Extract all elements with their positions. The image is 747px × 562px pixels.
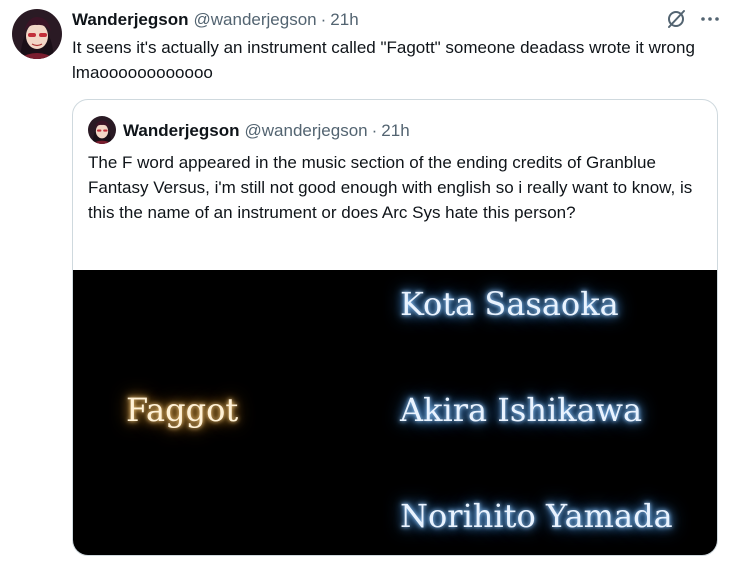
credits-image[interactable]: Faggot Kota Sasaoka Akira Ishikawa Norih… — [73, 270, 717, 555]
separator: · — [320, 10, 327, 29]
quoted-author-name[interactable]: Wanderjegson — [123, 121, 240, 141]
avatar[interactable] — [12, 9, 62, 59]
quoted-text: The F word appeared in the music section… — [88, 153, 693, 222]
more-icon[interactable] — [699, 8, 721, 30]
quoted-avatar-image — [88, 116, 116, 144]
quoted-author-handle[interactable]: @wanderjegson — [245, 121, 368, 141]
timestamp[interactable]: 21h — [330, 10, 358, 30]
author-handle[interactable]: @wanderjegson — [194, 10, 317, 30]
credit-left: Faggot — [126, 391, 239, 429]
quoted-timestamp[interactable]: 21h — [381, 121, 409, 141]
author-name[interactable]: Wanderjegson — [72, 10, 189, 30]
credit-right-3: Norihito Yamada — [400, 497, 673, 535]
credit-right-1: Kota Sasaoka — [400, 285, 619, 323]
quoted-tweet[interactable]: Wanderjegson @wanderjegson · 21h The F w… — [72, 99, 718, 556]
tweet-actions — [665, 8, 721, 30]
avatar-image — [12, 9, 62, 59]
tweet-header: Wanderjegson @wanderjegson · 21h — [72, 9, 359, 31]
tweet[interactable]: Wanderjegson @wanderjegson · 21h It seen… — [0, 0, 747, 562]
grok-icon[interactable] — [665, 8, 687, 30]
tweet-text: It seens it's actually an instrument cal… — [72, 38, 695, 82]
quoted-header: Wanderjegson @wanderjegson · 21h — [123, 120, 410, 142]
credit-right-2: Akira Ishikawa — [400, 391, 643, 429]
quoted-separator: · — [371, 121, 378, 140]
quoted-avatar[interactable] — [88, 116, 116, 144]
